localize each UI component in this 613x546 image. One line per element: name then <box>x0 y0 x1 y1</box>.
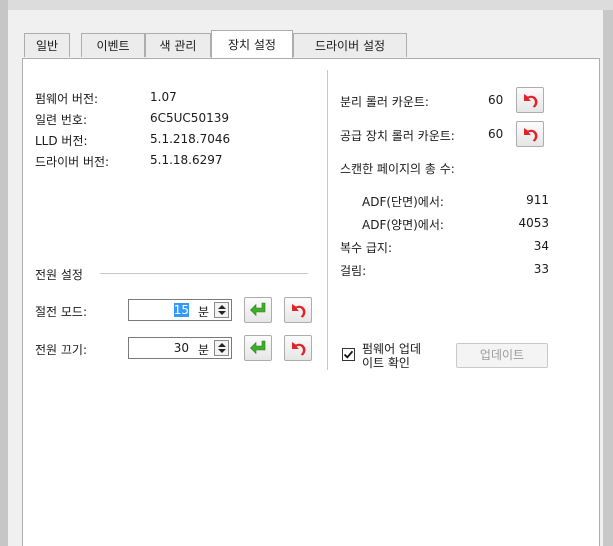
tab-color-management[interactable]: 색 관리 <box>145 33 211 57</box>
driver-version-label: 드라이버 버전: <box>35 155 110 169</box>
sleep-reset-button[interactable] <box>284 297 312 323</box>
sleep-apply-button[interactable] <box>244 297 272 323</box>
firmware-update-check-label: 펌웨어 업데 이트 확인 <box>362 342 421 370</box>
red-undo-arrow-icon <box>524 94 538 108</box>
firmware-update-check-label-line2: 이트 확인 <box>362 356 410 370</box>
multifeed-label: 복수 급지: <box>340 241 393 255</box>
feed-roller-count-value: 60 <box>488 127 504 141</box>
red-undo-arrow-icon <box>292 304 306 318</box>
adf-simplex-value: 911 <box>526 193 549 207</box>
power-off-spin-arrows[interactable] <box>214 340 229 356</box>
jam-label: 걸림: <box>340 264 367 278</box>
separation-roller-reset-button[interactable] <box>516 87 544 113</box>
power-off-spinner[interactable]: 30 분 <box>128 337 232 359</box>
power-off-unit: 분 <box>197 343 209 357</box>
serial-number-value: 6C5UC50139 <box>150 111 229 125</box>
lld-version-value: 5.1.218.7046 <box>150 132 231 146</box>
serial-number-label: 일련 번호: <box>35 113 88 127</box>
separation-roller-count-value: 60 <box>488 93 504 107</box>
window-left-edge <box>0 0 8 546</box>
total-pages-scanned-label: 스캔한 페이지의 총 수: <box>340 162 455 176</box>
tab-device-settings[interactable]: 장치 설정 <box>211 30 293 58</box>
sleep-mode-spin-arrows[interactable] <box>214 302 229 318</box>
sleep-mode-spinner[interactable]: 15 분 <box>128 299 232 321</box>
window-top-edge <box>8 0 613 10</box>
driver-version-value: 5.1.18.6297 <box>150 153 223 167</box>
tab-events[interactable]: 이벤트 <box>81 33 145 57</box>
green-enter-arrow-icon <box>250 302 266 317</box>
power-settings-group-label: 전원 설정 <box>35 268 83 282</box>
sleep-mode-label: 절전 모드: <box>35 305 88 319</box>
firmware-update-check-label-line1: 펌웨어 업데 <box>362 342 422 356</box>
jam-value: 33 <box>533 262 549 276</box>
adf-simplex-label: ADF(단면)에서: <box>362 195 444 209</box>
power-off-label: 전원 끄기: <box>35 343 88 357</box>
green-enter-arrow-icon <box>250 340 266 355</box>
red-undo-arrow-icon <box>524 128 538 142</box>
adf-duplex-value: 4053 <box>518 216 549 230</box>
power-off-value[interactable]: 30 <box>174 341 189 355</box>
sleep-mode-unit: 분 <box>197 305 209 319</box>
checkmark-icon <box>343 350 354 359</box>
feed-roller-reset-button[interactable] <box>516 121 544 147</box>
power-off-reset-button[interactable] <box>284 335 312 361</box>
update-button[interactable]: 업데이트 <box>456 343 548 368</box>
firmware-update-checkbox[interactable] <box>342 348 355 361</box>
tab-general[interactable]: 일반 <box>24 33 70 57</box>
power-off-apply-button[interactable] <box>244 335 272 361</box>
sleep-mode-value[interactable]: 15 <box>173 303 189 317</box>
window-right-edge <box>603 10 613 546</box>
red-undo-arrow-icon <box>292 342 306 356</box>
firmware-version-value: 1.07 <box>150 90 177 104</box>
firmware-version-label: 펌웨어 버전: <box>35 92 99 106</box>
tab-driver-settings[interactable]: 드라이버 설정 <box>293 33 407 57</box>
vertical-divider <box>327 70 328 370</box>
separation-roller-count-label: 분리 롤러 카운트: <box>340 95 429 109</box>
multifeed-value: 34 <box>533 239 549 253</box>
feed-roller-count-label: 공급 장치 롤러 카운트: <box>340 129 455 143</box>
adf-duplex-label: ADF(양면)에서: <box>362 218 444 232</box>
lld-version-label: LLD 버전: <box>35 134 88 148</box>
power-group-divider <box>100 273 308 274</box>
